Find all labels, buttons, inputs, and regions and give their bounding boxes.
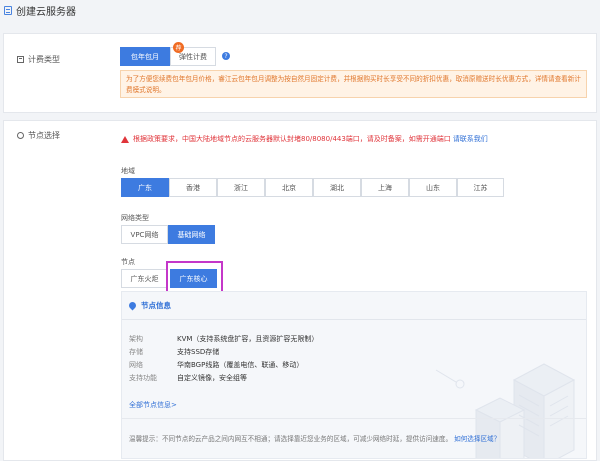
region-zhejiang[interactable]: 浙江 (217, 178, 265, 197)
billing-card: 计费类型 包年包月 弹性计费 荐 ? 为了方便您续费包年包月价格，睿江云包年包月… (3, 33, 597, 113)
node-group-label: 节点 (121, 258, 135, 266)
tip-text: 温馨提示：不同节点的云产品之间内网互不相通；请选择靠近您业务的区域，可减少网络时… (129, 435, 501, 443)
page-title: 创建云服务器 (16, 6, 76, 18)
billing-option-yearly[interactable]: 包年包月 (120, 47, 170, 66)
region-guangdong[interactable]: 广东 (121, 178, 169, 197)
how-to-choose-region-link[interactable]: 如何选择区域？ (454, 435, 500, 443)
help-icon[interactable]: ? (222, 52, 230, 60)
billing-notice: 为了方便您续费包年包月价格，睿江云包年包月调整为按自然月固定计费，并根据购买时长… (120, 70, 587, 98)
node-label: 节点选择 (17, 130, 60, 141)
region-hongkong[interactable]: 香港 (169, 178, 217, 197)
server-icon (4, 5, 12, 15)
billing-icon (17, 56, 24, 63)
region-beijing[interactable]: 北京 (265, 178, 313, 197)
page-header: 创建云服务器 (0, 0, 600, 20)
network-basic[interactable]: 基础网络 (168, 225, 215, 244)
divider (122, 418, 586, 419)
map-pin-icon (127, 300, 138, 311)
all-nodes-link[interactable]: 全部节点信息> (129, 400, 177, 410)
node-card: 节点选择 根据政策要求，中国大陆地域节点的云服务器默认封堵80/8080/443… (3, 120, 597, 461)
billing-label: 计费类型 (17, 54, 60, 65)
node-guangdong-huoju[interactable]: 广东火炬 (121, 269, 168, 288)
network-type-label: 网络类型 (121, 214, 149, 222)
info-row-features: 支持功能 自定义镜像，安全组等 (129, 374, 247, 382)
region-label: 地域 (121, 167, 135, 175)
node-info-panel: 节点信息 架构 KVM（支持系统盘扩容，且资源扩容无限制） 存储 支持SSD存储… (121, 291, 587, 459)
network-vpc[interactable]: VPC网络 (121, 225, 168, 244)
selection-highlight (166, 261, 223, 293)
recommend-badge: 荐 (173, 42, 184, 53)
info-row-storage: 存储 支持SSD存储 (129, 348, 220, 356)
policy-alert: 根据政策要求，中国大陆地域节点的云服务器默认封堵80/8080/443端口，请及… (121, 134, 591, 144)
region-shandong[interactable]: 山东 (409, 178, 457, 197)
region-shanghai[interactable]: 上海 (361, 178, 409, 197)
location-icon (17, 132, 24, 139)
warning-icon (121, 135, 129, 143)
info-row-network: 网络 华南BGP线路（覆盖电信、联通、移动） (129, 361, 304, 369)
region-hubei[interactable]: 湖北 (313, 178, 361, 197)
info-row-architecture: 架构 KVM（支持系统盘扩容，且资源扩容无限制） (129, 335, 319, 343)
region-jiangsu[interactable]: 江苏 (457, 178, 504, 197)
contact-us-link[interactable]: 请联系我们 (453, 134, 488, 144)
node-info-header: 节点信息 (122, 292, 586, 311)
node-info-title: 节点信息 (141, 301, 171, 310)
